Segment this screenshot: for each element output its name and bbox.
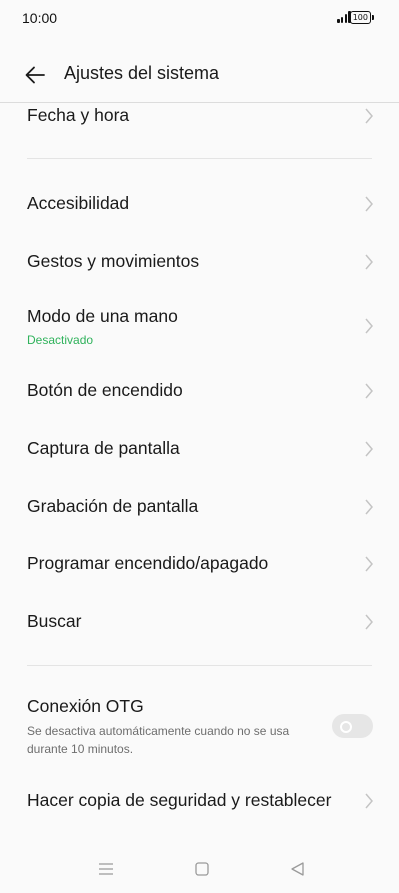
back-triangle-icon[interactable] bbox=[288, 859, 308, 879]
battery-icon: 100 bbox=[349, 11, 375, 24]
chevron-right-icon bbox=[365, 441, 373, 457]
row-gestos[interactable]: Gestos y movimientos bbox=[0, 239, 399, 284]
row-programar[interactable]: Programar encendido/apagado bbox=[0, 541, 399, 586]
otg-toggle[interactable] bbox=[332, 714, 373, 738]
status-time: 10:00 bbox=[22, 10, 58, 26]
row-label: Buscar bbox=[27, 611, 82, 631]
row-label: Grabación de pantalla bbox=[27, 496, 199, 516]
row-label: Captura de pantalla bbox=[27, 438, 180, 458]
chevron-right-icon bbox=[365, 318, 373, 334]
row-modo-una-mano[interactable]: Modo de una mano Desactivado bbox=[0, 296, 399, 356]
menu-icon[interactable] bbox=[96, 859, 116, 879]
row-accesibilidad[interactable]: Accesibilidad bbox=[0, 181, 399, 226]
signal-icon bbox=[337, 11, 351, 23]
row-label: Fecha y hora bbox=[27, 105, 130, 125]
row-label: Conexión OTG bbox=[27, 696, 144, 716]
row-captura-pantalla[interactable]: Captura de pantalla bbox=[0, 426, 399, 471]
arrow-left-icon[interactable] bbox=[22, 62, 48, 88]
row-grabacion-pantalla[interactable]: Grabación de pantalla bbox=[0, 484, 399, 529]
page-title: Ajustes del sistema bbox=[64, 63, 220, 83]
row-description: Se desactiva automáticamente cuando no s… bbox=[27, 724, 290, 756]
chevron-right-icon bbox=[365, 499, 373, 515]
row-label: Hacer copia de seguridad y restablecer bbox=[27, 790, 332, 810]
toggle-knob bbox=[340, 720, 352, 733]
row-boton-encendido[interactable]: Botón de encendido bbox=[0, 368, 399, 413]
chevron-right-icon bbox=[365, 196, 373, 212]
row-conexion-otg: Conexión OTG Se desactiva automáticament… bbox=[0, 688, 399, 763]
chevron-right-icon bbox=[365, 556, 373, 572]
section-divider bbox=[27, 665, 372, 666]
home-icon[interactable] bbox=[192, 859, 212, 879]
chevron-right-icon bbox=[365, 254, 373, 270]
app-header: Ajustes del sistema bbox=[0, 48, 399, 103]
navigation-bar bbox=[0, 850, 399, 893]
row-label: Accesibilidad bbox=[27, 193, 130, 213]
chevron-right-icon bbox=[365, 383, 373, 399]
status-bar: 10:00 100 bbox=[0, 0, 399, 36]
row-label: Botón de encendido bbox=[27, 380, 183, 400]
row-label: Gestos y movimientos bbox=[27, 251, 200, 271]
row-copia-seguridad[interactable]: Hacer copia de seguridad y restablecer bbox=[0, 778, 399, 823]
row-label: Programar encendido/apagado bbox=[27, 553, 269, 573]
chevron-right-icon bbox=[365, 793, 373, 809]
battery-level: 100 bbox=[352, 13, 368, 22]
row-fecha-y-hora[interactable]: Fecha y hora bbox=[0, 103, 399, 131]
chevron-right-icon bbox=[365, 108, 373, 124]
row-buscar[interactable]: Buscar bbox=[0, 599, 399, 644]
section-divider bbox=[27, 158, 372, 159]
status-subtitle: Desactivado bbox=[27, 333, 94, 347]
chevron-right-icon bbox=[365, 614, 373, 630]
row-label: Modo de una mano bbox=[27, 306, 178, 326]
